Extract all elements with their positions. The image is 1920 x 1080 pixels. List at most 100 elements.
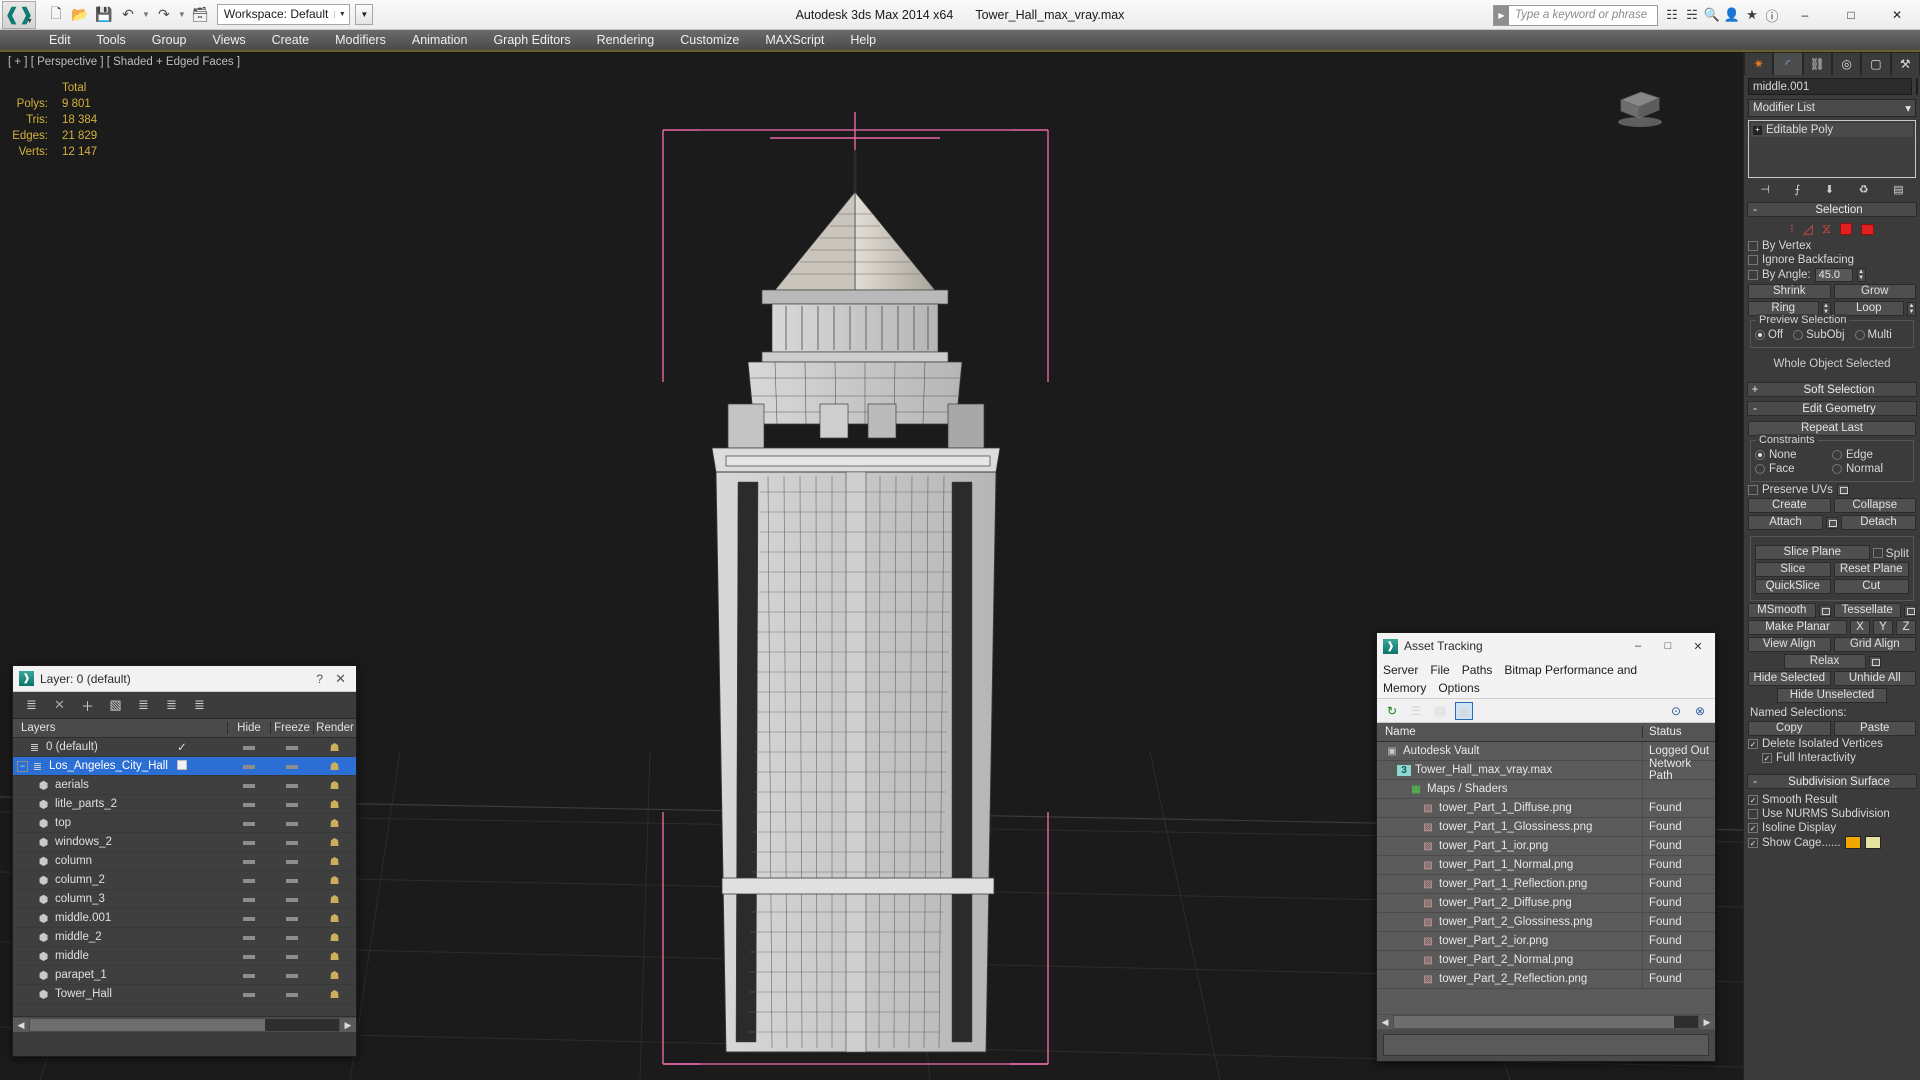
element-icon[interactable] bbox=[1861, 223, 1875, 235]
layer-freeze-cell[interactable] bbox=[270, 874, 313, 886]
preserve-uvs-settings-icon[interactable] bbox=[1836, 484, 1849, 496]
constraint-none[interactable]: None bbox=[1755, 449, 1832, 461]
msmooth-button[interactable]: MSmooth bbox=[1748, 603, 1816, 618]
layer-render-cell[interactable]: ☗ bbox=[313, 912, 356, 925]
layer-hide-cell[interactable] bbox=[227, 741, 270, 753]
rollout-header-selection[interactable]: - Selection bbox=[1747, 202, 1917, 217]
layer-row[interactable]: ⬢ windows_2 ☗ bbox=[13, 833, 356, 852]
delete-isolated-vertices-checkbox[interactable]: ✓ bbox=[1748, 739, 1758, 749]
layer-hide-cell[interactable] bbox=[227, 912, 270, 924]
current-layer-checkbox[interactable] bbox=[177, 759, 187, 770]
layer-render-cell[interactable]: ☗ bbox=[313, 931, 356, 944]
menu-item-graph-editors[interactable]: Graph Editors bbox=[480, 30, 583, 50]
layer-row[interactable]: ⬢ top ☗ bbox=[13, 814, 356, 833]
object-name-field[interactable] bbox=[1748, 78, 1912, 95]
workspace-dropdown-button[interactable]: ▼ bbox=[355, 4, 374, 25]
layer-row[interactable]: ⬢ middle_2 ☗ bbox=[13, 928, 356, 947]
maximize-button[interactable]: □ bbox=[1828, 0, 1874, 30]
layer-freeze-cell[interactable] bbox=[270, 855, 313, 867]
layer-current-cell[interactable]: ✓ bbox=[170, 740, 194, 754]
make-planar-button[interactable]: Make Planar bbox=[1748, 620, 1847, 635]
hide-unselected-button[interactable]: Hide Unselected bbox=[1777, 688, 1887, 703]
layer-hide-cell[interactable] bbox=[227, 988, 270, 1000]
make-planar-x-button[interactable]: X bbox=[1850, 620, 1870, 635]
rollout-header-soft-selection[interactable]: + Soft Selection bbox=[1747, 382, 1917, 397]
radio-button[interactable] bbox=[1832, 464, 1842, 474]
asset-row[interactable]: 3 Tower_Hall_max_vray.max Network Path bbox=[1377, 758, 1715, 782]
viewport-label[interactable]: [ + ] [ Perspective ] [ Shaded + Edged F… bbox=[8, 56, 240, 68]
border-icon[interactable]: ⧖ bbox=[1822, 221, 1831, 237]
layer-current-cell[interactable] bbox=[170, 759, 194, 773]
menu-item-modifiers[interactable]: Modifiers bbox=[322, 30, 399, 50]
remove-modifier-icon[interactable]: ♻ bbox=[1859, 183, 1869, 196]
layer-render-cell[interactable]: ☗ bbox=[313, 817, 356, 830]
relax-button[interactable]: Relax bbox=[1783, 654, 1866, 669]
layer-freeze-cell[interactable] bbox=[270, 741, 313, 753]
detach-button[interactable]: Detach bbox=[1841, 515, 1916, 530]
workspace-selector[interactable]: Workspace: Default ▼ bbox=[216, 4, 351, 25]
asset-row[interactable]: ▨ tower_Part_1_Diffuse.png Found bbox=[1377, 798, 1715, 818]
asset-tracking-titlebar[interactable]: ❱ Asset Tracking – □ ✕ bbox=[1377, 633, 1715, 659]
menu-item-group[interactable]: Group bbox=[139, 30, 200, 50]
preview-selection-off[interactable]: Off bbox=[1755, 329, 1783, 341]
layer-render-cell[interactable]: ☗ bbox=[313, 855, 356, 868]
by-angle-spinner[interactable]: ▲ ▼ bbox=[1856, 268, 1866, 282]
preview-selection-multi[interactable]: Multi bbox=[1854, 329, 1892, 341]
radio-button[interactable] bbox=[1832, 450, 1842, 460]
hide-selected-button[interactable]: Hide Selected bbox=[1748, 671, 1831, 686]
highlight-selected-objects-layers-icon[interactable]: ≣ bbox=[163, 697, 180, 714]
refresh-icon[interactable]: ↻ bbox=[1383, 702, 1401, 720]
layer-render-cell[interactable]: ☗ bbox=[313, 988, 356, 1001]
minimize-button[interactable]: – bbox=[1623, 634, 1653, 658]
radio-button[interactable] bbox=[1755, 464, 1765, 474]
radio-button[interactable] bbox=[1854, 330, 1865, 340]
layer-hide-cell[interactable] bbox=[227, 798, 270, 810]
layer-freeze-cell[interactable] bbox=[270, 969, 313, 981]
copy-button[interactable]: Copy bbox=[1748, 721, 1831, 736]
msmooth-settings-icon[interactable] bbox=[1818, 604, 1831, 617]
preserve-uvs-checkbox[interactable] bbox=[1748, 485, 1758, 495]
layer-render-cell[interactable]: ☗ bbox=[313, 874, 356, 887]
quickslice-button[interactable]: QuickSlice bbox=[1755, 579, 1831, 594]
menu-item-edit[interactable]: Edit bbox=[36, 30, 84, 50]
list-view-icon[interactable]: ☰ bbox=[1407, 702, 1425, 720]
close-button[interactable]: ✕ bbox=[1683, 634, 1713, 658]
radio-button[interactable] bbox=[1755, 330, 1765, 340]
layer-row[interactable]: ⬢ column_3 ☗ bbox=[13, 890, 356, 909]
menu-item-rendering[interactable]: Rendering bbox=[584, 30, 668, 50]
constraint-edge[interactable]: Edge bbox=[1832, 449, 1909, 461]
help-circle-icon[interactable]: ⓘ bbox=[1762, 3, 1782, 27]
close-button[interactable]: ✕ bbox=[331, 671, 350, 687]
scrollbar-track[interactable] bbox=[1394, 1016, 1698, 1028]
show-end-result-icon[interactable]: ⨍ bbox=[1795, 183, 1801, 196]
detail-view-icon[interactable]: ▤ bbox=[1431, 702, 1449, 720]
attach-button[interactable]: Attach bbox=[1748, 515, 1823, 530]
search-dropdown-icon[interactable]: ▶ bbox=[1494, 5, 1509, 25]
undo-dropdown[interactable]: ▼ bbox=[141, 10, 151, 19]
slice-plane-button[interactable]: Slice Plane bbox=[1755, 545, 1870, 560]
layer-freeze-cell[interactable] bbox=[270, 836, 313, 848]
smooth-result-row[interactable]: ✓ Smooth Result bbox=[1748, 794, 1916, 806]
exchange-store-icon[interactable]: ☵ bbox=[1682, 3, 1702, 27]
favorites-star-icon[interactable]: ★ bbox=[1742, 3, 1762, 27]
layer-hide-cell[interactable] bbox=[227, 893, 270, 905]
vertex-icon[interactable]: ⁝ bbox=[1790, 221, 1794, 237]
layer-row[interactable]: ⬢ middle.001 ☗ bbox=[13, 909, 356, 928]
constraint-normal[interactable]: Normal bbox=[1832, 463, 1909, 475]
make-planar-y-button[interactable]: Y bbox=[1873, 620, 1893, 635]
layer-row[interactable]: ⬢ column ☗ bbox=[13, 852, 356, 871]
relax-settings-icon[interactable] bbox=[1868, 655, 1881, 668]
layer-row[interactable]: − ≣ Los_Angeles_City_Hall ☗ bbox=[13, 757, 356, 776]
layer-render-cell[interactable]: ☗ bbox=[313, 779, 356, 792]
asset-row[interactable]: ▨ tower_Part_2_Normal.png Found bbox=[1377, 950, 1715, 970]
asset-row[interactable]: ▨ tower_Part_2_Diffuse.png Found bbox=[1377, 893, 1715, 913]
app-menu-button[interactable]: ❰❱ ▼ bbox=[2, 0, 36, 29]
unhide-all-button[interactable]: Unhide All bbox=[1833, 671, 1916, 686]
scroll-right-icon[interactable]: ▶ bbox=[1699, 1015, 1715, 1029]
open-file-button[interactable]: 📂 bbox=[69, 4, 91, 26]
asset-row[interactable]: ▨ tower_Part_1_Normal.png Found bbox=[1377, 855, 1715, 875]
menu-item-create[interactable]: Create bbox=[259, 30, 323, 50]
layer-freeze-cell[interactable] bbox=[270, 779, 313, 791]
communication-center-icon[interactable]: ☷ bbox=[1662, 3, 1682, 27]
create-new-layer-icon[interactable]: ≣ bbox=[23, 697, 40, 714]
